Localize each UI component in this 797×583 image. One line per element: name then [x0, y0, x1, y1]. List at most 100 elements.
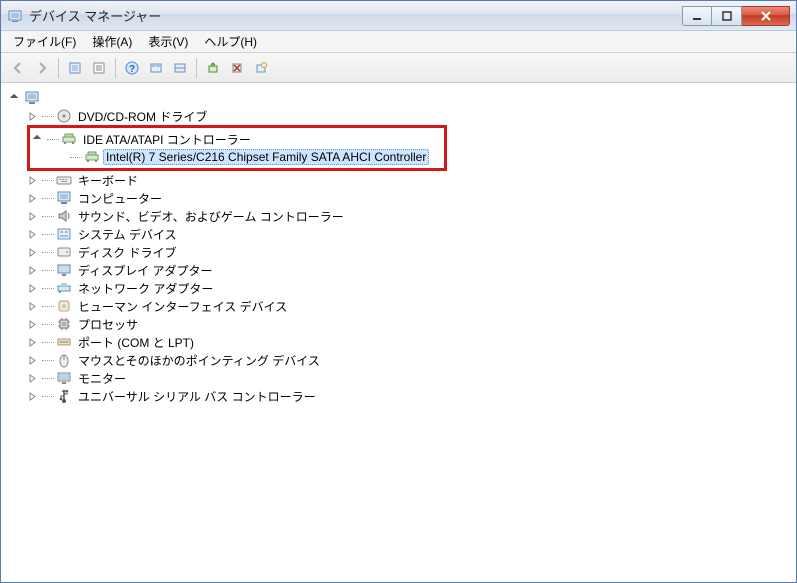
expand-icon[interactable]	[27, 355, 38, 366]
toolbar-separator	[115, 58, 116, 78]
tree-connector	[70, 157, 82, 158]
tree-device[interactable]: Intel(R) 7 Series/C216 Chipset Family SA…	[32, 148, 442, 166]
device-tree: DVD/CD-ROM ドライブ IDE ATA/ATAPI コントローラーInte…	[5, 89, 792, 405]
tree-category-label: IDE ATA/ATAPI コントローラー	[80, 130, 254, 149]
display-icon	[56, 262, 72, 278]
expand-icon[interactable]	[27, 247, 38, 258]
app-icon	[7, 8, 23, 24]
expand-icon[interactable]	[27, 229, 38, 240]
tree-category-label: コンピューター	[75, 189, 165, 208]
window-buttons	[682, 6, 790, 26]
tree-category-label: ディスプレイ アダプター	[75, 261, 216, 280]
expand-icon[interactable]	[27, 319, 38, 330]
back-button[interactable]	[7, 57, 29, 79]
show-hidden-button[interactable]	[64, 57, 86, 79]
tree-category-label: システム デバイス	[75, 225, 180, 244]
tree-connector	[42, 180, 54, 181]
tree-category-label: ディスク ドライブ	[75, 243, 180, 262]
tree-category[interactable]: DVD/CD-ROM ドライブ	[5, 107, 792, 125]
tree-category-label: ネットワーク アダプター	[75, 279, 216, 298]
cpu-icon	[56, 316, 72, 332]
tree-category-label: ユニバーサル シリアル バス コントローラー	[75, 387, 319, 406]
tree-connector	[42, 270, 54, 271]
tree-connector	[42, 234, 54, 235]
monitor-icon	[56, 370, 72, 386]
controller-icon	[61, 131, 77, 147]
tree-connector	[42, 360, 54, 361]
view-devices-button[interactable]	[145, 57, 167, 79]
computer-icon	[24, 90, 40, 106]
disc-icon	[56, 108, 72, 124]
tree-connector	[42, 396, 54, 397]
menu-view[interactable]: 表示(V)	[140, 31, 196, 52]
window-title: デバイス マネージャー	[29, 6, 682, 25]
tree-category[interactable]: システム デバイス	[5, 225, 792, 243]
hid-icon	[56, 298, 72, 314]
tree-category[interactable]: マウスとそのほかのポインティング デバイス	[5, 351, 792, 369]
view-resources-button[interactable]	[169, 57, 191, 79]
disk-icon	[56, 244, 72, 260]
port-icon	[56, 334, 72, 350]
tree-category[interactable]: サウンド、ビデオ、およびゲーム コントローラー	[5, 207, 792, 225]
expand-icon[interactable]	[27, 175, 38, 186]
tree-connector	[47, 139, 59, 140]
tree-category-label: DVD/CD-ROM ドライブ	[75, 107, 210, 126]
expand-icon[interactable]	[27, 337, 38, 348]
tree-connector	[42, 216, 54, 217]
tree-category[interactable]: プロセッサ	[5, 315, 792, 333]
tree-category[interactable]: IDE ATA/ATAPI コントローラー	[32, 130, 442, 148]
keyboard-icon	[56, 172, 72, 188]
tree-category[interactable]: ディスク ドライブ	[5, 243, 792, 261]
menu-file[interactable]: ファイル(F)	[5, 31, 84, 52]
tree-category[interactable]: ポート (COM と LPT)	[5, 333, 792, 351]
tree-root[interactable]	[5, 89, 792, 107]
expand-icon[interactable]	[27, 391, 38, 402]
mouse-icon	[56, 352, 72, 368]
expand-icon[interactable]	[9, 93, 20, 104]
computer-icon	[56, 190, 72, 206]
close-button[interactable]	[742, 6, 790, 26]
expand-icon[interactable]	[27, 283, 38, 294]
minimize-button[interactable]	[682, 6, 712, 26]
tree-category-label: モニター	[75, 369, 129, 388]
expand-icon[interactable]	[27, 211, 38, 222]
system-icon	[56, 226, 72, 242]
device-tree-panel[interactable]: DVD/CD-ROM ドライブ IDE ATA/ATAPI コントローラーInte…	[1, 83, 796, 582]
tree-connector	[42, 306, 54, 307]
properties-button[interactable]	[88, 57, 110, 79]
expand-icon[interactable]	[27, 111, 38, 122]
tree-connector	[42, 288, 54, 289]
network-icon	[56, 280, 72, 296]
update-driver-button[interactable]	[202, 57, 224, 79]
toolbar: ?	[1, 53, 796, 83]
scan-hardware-button[interactable]	[250, 57, 272, 79]
help-button[interactable]: ?	[121, 57, 143, 79]
svg-text:?: ?	[129, 64, 135, 75]
expand-icon[interactable]	[27, 265, 38, 276]
device-manager-window: デバイス マネージャー ファイル(F) 操作(A) 表示(V) ヘルプ(H) ?…	[0, 0, 797, 583]
tree-category[interactable]: ヒューマン インターフェイス デバイス	[5, 297, 792, 315]
tree-category[interactable]: キーボード	[5, 171, 792, 189]
tree-category[interactable]: コンピューター	[5, 189, 792, 207]
tree-connector	[42, 116, 54, 117]
tree-category[interactable]: ネットワーク アダプター	[5, 279, 792, 297]
uninstall-button[interactable]	[226, 57, 248, 79]
sound-icon	[56, 208, 72, 224]
forward-button[interactable]	[31, 57, 53, 79]
tree-device-label: Intel(R) 7 Series/C216 Chipset Family SA…	[103, 149, 429, 165]
expand-icon[interactable]	[27, 373, 38, 384]
controller-icon	[84, 149, 100, 165]
menu-action[interactable]: 操作(A)	[84, 31, 140, 52]
toolbar-separator	[196, 58, 197, 78]
tree-connector	[42, 198, 54, 199]
maximize-button[interactable]	[712, 6, 742, 26]
menu-help[interactable]: ヘルプ(H)	[196, 31, 265, 52]
expand-icon[interactable]	[32, 134, 43, 145]
tree-category[interactable]: ユニバーサル シリアル バス コントローラー	[5, 387, 792, 405]
expand-icon[interactable]	[27, 193, 38, 204]
tree-category-label: マウスとそのほかのポインティング デバイス	[75, 351, 323, 370]
tree-category[interactable]: モニター	[5, 369, 792, 387]
tree-category[interactable]: ディスプレイ アダプター	[5, 261, 792, 279]
tree-connector	[42, 252, 54, 253]
expand-icon[interactable]	[27, 301, 38, 312]
